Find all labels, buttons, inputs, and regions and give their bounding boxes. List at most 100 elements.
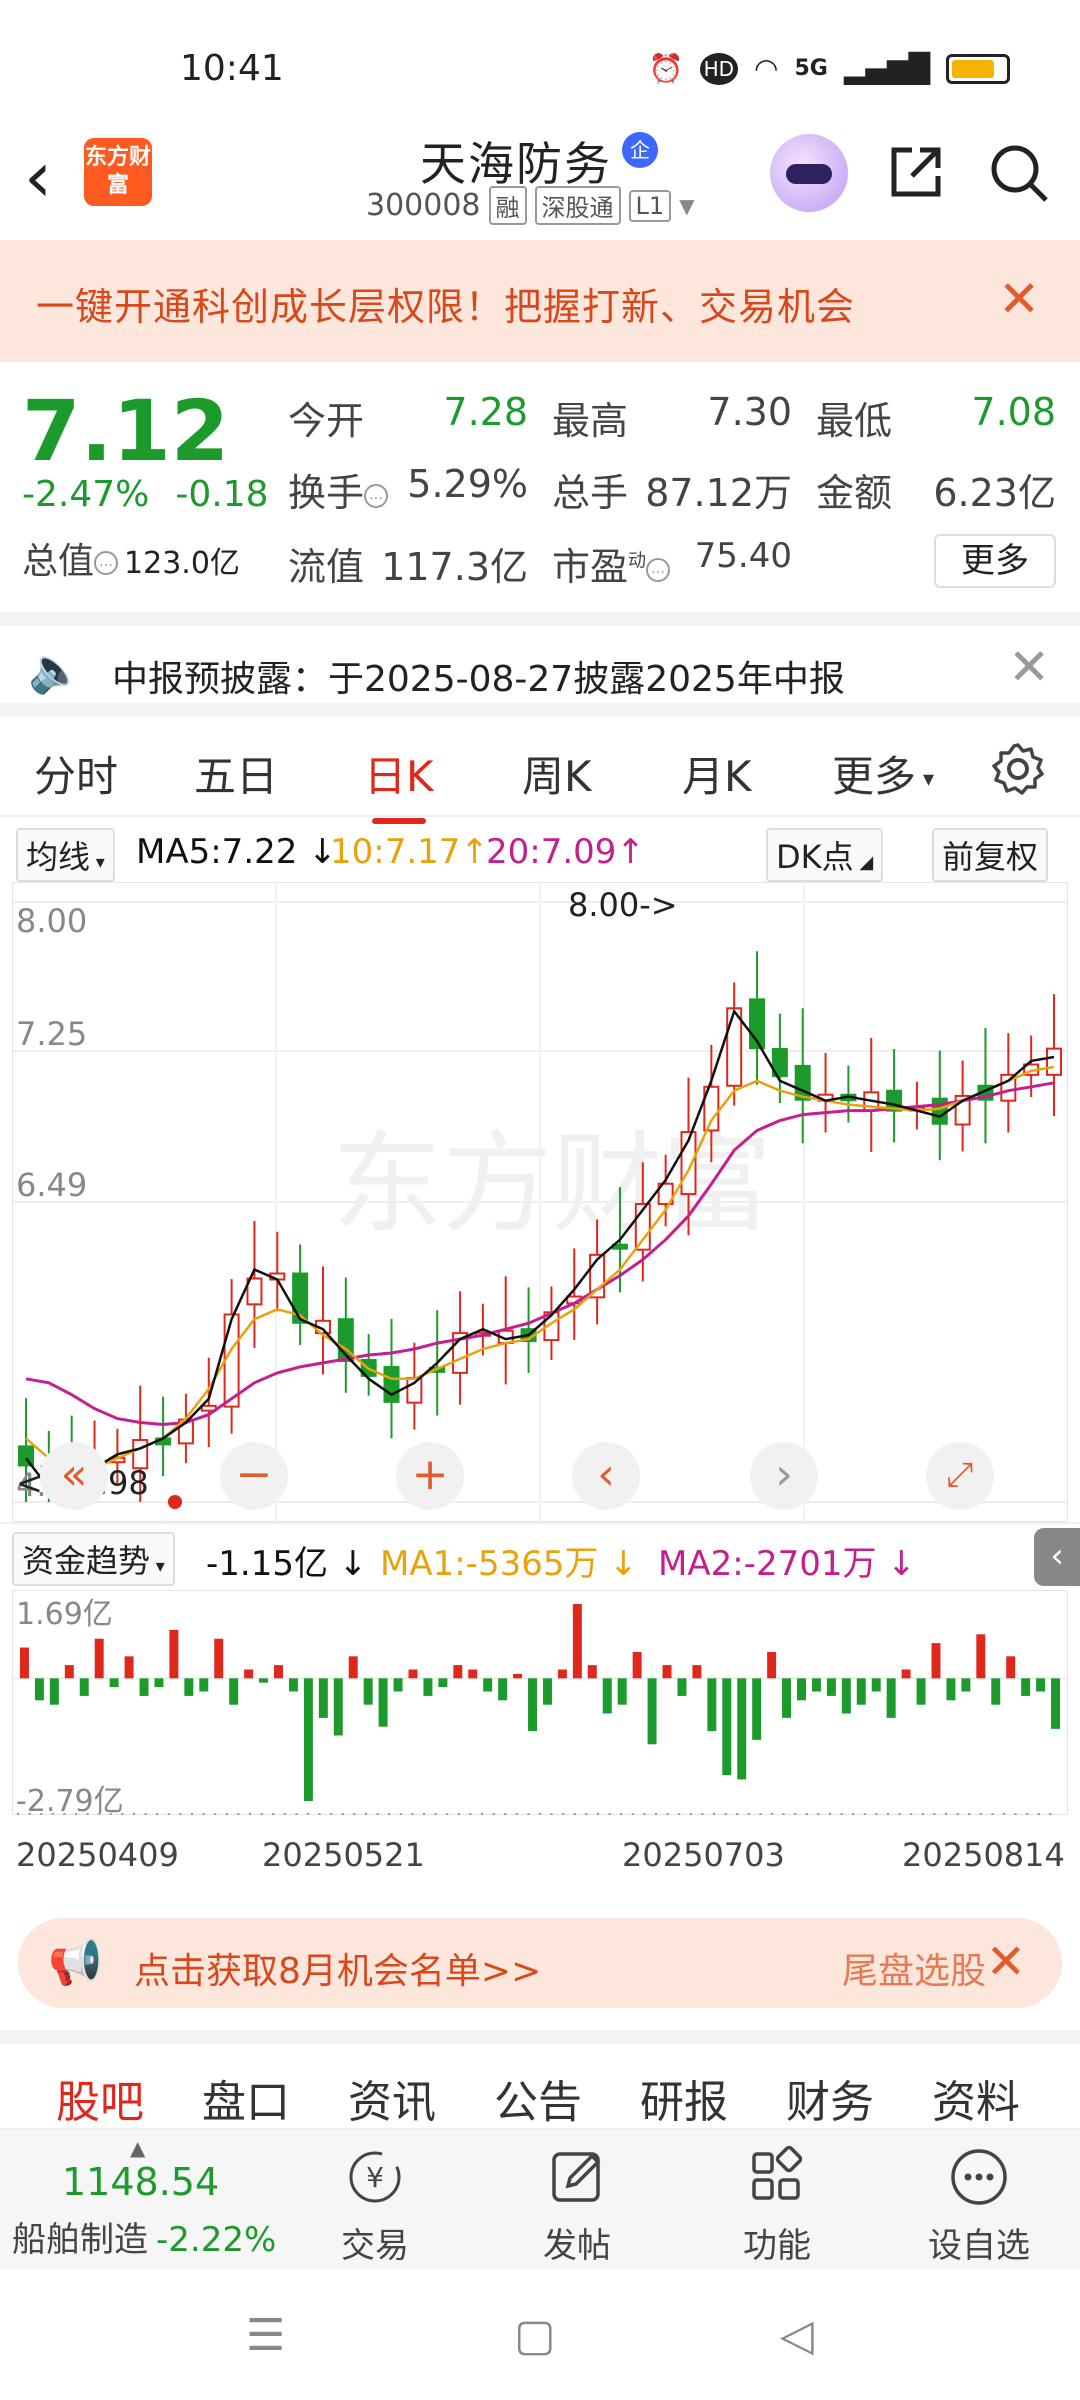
tab-profile[interactable]: 资料 — [932, 2066, 1020, 2130]
tab-monthly-k[interactable]: 月K — [682, 743, 752, 804]
notice-bar[interactable]: 🔈 中报预披露：于2025-08-27披露2025年中报 ✕ — [0, 612, 1080, 717]
date-label-2: 20250521 — [262, 1836, 425, 1874]
stat-low: 最低 7.08 — [816, 390, 1056, 445]
tab-announcements[interactable]: 公告 — [494, 2066, 582, 2130]
back-nav-icon[interactable]: ◁ — [780, 2310, 814, 2361]
tab-weekly-k[interactable]: 周K — [522, 743, 592, 804]
fund-flow-chart[interactable]: 1.69亿 -2.79亿 — [12, 1590, 1068, 1815]
post-button[interactable]: 发帖 — [512, 2146, 642, 2267]
flow-bar — [1021, 1678, 1031, 1696]
menu-icon[interactable]: ☰ — [246, 2310, 285, 2361]
candle-body — [726, 1007, 743, 1087]
trade-button[interactable]: ¥ 交易 — [310, 2146, 440, 2267]
period-tabs: 分时 五日 日K 周K 月K 更多 ▾ — [0, 717, 1080, 824]
fund-flow-value: -1.15亿 ↓ — [206, 1544, 368, 1584]
add-watchlist-button[interactable]: 设自选 — [914, 2146, 1044, 2267]
zoom-in-button[interactable]: + — [396, 1442, 464, 1510]
volume-value: 87.12万 — [645, 471, 792, 515]
flow-bar — [811, 1678, 821, 1692]
high-value: 7.30 — [707, 390, 792, 434]
tab-intraday[interactable]: 分时 — [34, 743, 118, 804]
flow-bar — [557, 1669, 567, 1679]
flow-bar — [378, 1678, 388, 1727]
collapse-tab-icon[interactable]: ‹ — [1034, 1528, 1080, 1586]
flow-bar — [647, 1678, 657, 1745]
flow-bar — [528, 1678, 538, 1732]
close-icon[interactable]: ✕ — [1008, 638, 1050, 696]
flow-bar — [154, 1678, 164, 1688]
marquee-text[interactable]: 尾盘选股 — [842, 1942, 992, 1994]
opportunity-banner[interactable]: 📢 点击获取8月机会名单>> 尾盘选股 ✕ — [18, 1918, 1062, 2008]
tab-research[interactable]: 研报 — [640, 2066, 728, 2130]
notice-text[interactable]: 中报预披露：于2025-08-27披露2025年中报 — [112, 650, 845, 702]
date-label-1: 20250409 — [16, 1836, 179, 1874]
tab-more[interactable]: 更多 ▾ — [832, 743, 934, 804]
tab-financials[interactable]: 财务 — [786, 2066, 874, 2130]
opportunity-text[interactable]: 点击获取8月机会名单>> — [134, 1942, 541, 1994]
tab-news[interactable]: 资讯 — [348, 2066, 436, 2130]
kline-chart[interactable]: 东方财富 8.007.256.494.98 8.00-> <---4.98 — [12, 882, 1068, 1522]
more-button[interactable]: 更多 — [934, 534, 1056, 588]
flow-bar — [453, 1665, 463, 1679]
share-icon[interactable] — [888, 144, 944, 200]
pan-left-button[interactable]: ‹ — [572, 1442, 640, 1510]
flow-bar — [856, 1678, 866, 1705]
stat-open: 今开 7.28 — [288, 390, 528, 445]
info-icon[interactable]: … — [94, 551, 119, 575]
price-change: -2.47% -0.18 — [22, 474, 269, 515]
tab-daily-k[interactable]: 日K — [364, 743, 434, 824]
flow-bar — [632, 1651, 642, 1679]
flow-bar — [498, 1678, 508, 1701]
edit-icon — [552, 2152, 601, 2202]
volume-label: 总手 — [552, 471, 629, 515]
app-logo[interactable]: 东方财富 — [84, 138, 152, 206]
flow-bar — [79, 1678, 89, 1696]
adjust-select[interactable]: 前复权 — [932, 828, 1049, 882]
home-icon[interactable]: ▢ — [514, 2310, 556, 2361]
indicator-select[interactable]: 均线 ▾ — [16, 828, 115, 882]
functions-button[interactable]: 功能 — [712, 2146, 842, 2267]
close-icon[interactable]: ✕ — [986, 1934, 1026, 1990]
fund-flow-select[interactable]: 资金趋势 ▾ — [12, 1532, 175, 1586]
fast-back-button[interactable]: « — [40, 1442, 108, 1510]
flow-bar — [841, 1678, 851, 1714]
back-icon[interactable]: ‹ — [24, 142, 52, 212]
flow-bar — [722, 1678, 732, 1776]
ai-assistant-avatar[interactable] — [770, 134, 848, 212]
pan-right-button[interactable]: › — [750, 1442, 818, 1510]
search-icon[interactable] — [988, 142, 1050, 204]
ma10-value: 10:7.17↑ — [330, 832, 489, 872]
fund-flow-bars — [19, 1604, 1061, 1801]
flow-bar — [662, 1665, 672, 1679]
flow-tick-label: -2.79亿 — [16, 1784, 124, 1815]
sector-index[interactable]: 船舶制造 -2.22% — [12, 2212, 276, 2261]
stock-code-bar[interactable]: 300008 融 深股通 L1 ▼ — [366, 186, 695, 225]
promo-text[interactable]: 一键开通科创成长层权限！把握打新、交易机会 — [36, 276, 855, 331]
total-value-amount: 123.0亿 — [124, 546, 240, 581]
info-icon[interactable]: … — [364, 483, 389, 508]
info-icon[interactable]: … — [646, 557, 671, 582]
total-value-label: 总值 — [22, 541, 95, 582]
amount-value: 6.23亿 — [933, 471, 1056, 515]
flow-bar — [991, 1678, 1001, 1705]
zoom-out-button[interactable]: − — [220, 1442, 288, 1510]
stat-turnover: 换手… 5.29% — [288, 462, 528, 517]
fullscreen-button[interactable]: ⤢ — [926, 1442, 994, 1510]
hd-icon: HD — [699, 52, 739, 85]
alarm-icon: ⏰ — [648, 52, 684, 85]
fund-flow-label: 资金趋势 — [22, 1542, 151, 1580]
close-icon[interactable]: ✕ — [998, 270, 1040, 328]
dropdown-icon[interactable]: ▼ — [679, 194, 694, 218]
gear-icon[interactable] — [990, 741, 1046, 797]
promo-banner[interactable]: 一键开通科创成长层权限！把握打新、交易机会 ✕ — [0, 240, 1080, 362]
sector-index-value[interactable]: 1148.54 — [62, 2160, 219, 2204]
pe-sup: 动 — [628, 550, 647, 572]
tab-forum[interactable]: 股吧 — [56, 2066, 144, 2148]
dk-point-select[interactable]: DK点 ◢ — [766, 828, 884, 882]
flow-bar — [259, 1678, 269, 1683]
grid-icon — [752, 2146, 803, 2200]
tab-five-day[interactable]: 五日 — [194, 743, 278, 804]
tab-orderbook[interactable]: 盘口 — [202, 2066, 290, 2130]
float-label: 流值 — [288, 545, 365, 589]
bottom-toolbar: ▲ 1148.54 船舶制造 -2.22% ¥ 交易 发帖 功能 设自选 — [0, 2130, 1080, 2270]
